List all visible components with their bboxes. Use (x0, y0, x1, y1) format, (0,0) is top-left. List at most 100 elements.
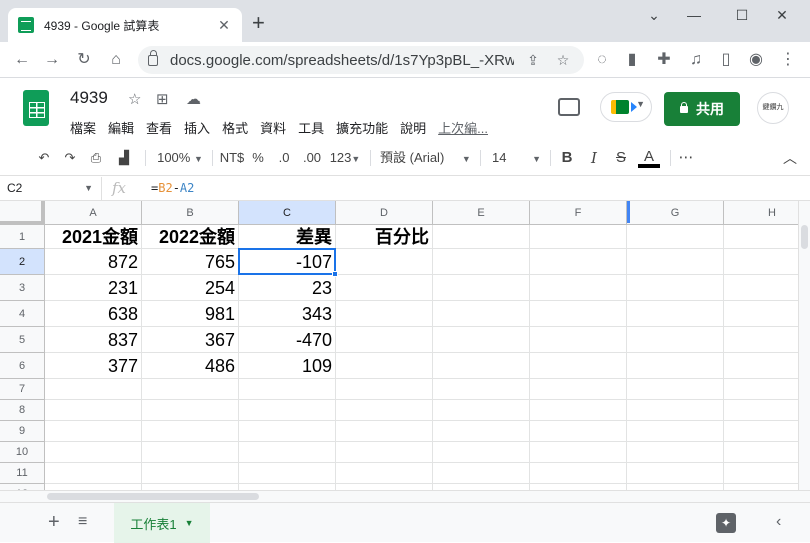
cell-e7[interactable] (433, 379, 530, 400)
paint-format-icon[interactable]: ▟ (114, 148, 134, 168)
home-icon[interactable]: ⌂ (104, 48, 128, 72)
cell-d11[interactable] (336, 463, 433, 484)
minimize-button[interactable]: — (674, 4, 714, 28)
cell-b2[interactable]: 765 (142, 249, 239, 275)
cell-c6[interactable]: 109 (239, 353, 336, 379)
menu-data[interactable]: 資料 (260, 118, 286, 137)
cell-c9[interactable] (239, 421, 336, 442)
cell-c8[interactable] (239, 400, 336, 421)
decrease-decimal-button[interactable]: .0 (272, 148, 296, 168)
cell-g8[interactable] (627, 400, 724, 421)
currency-format-button[interactable]: NT$ (218, 148, 246, 168)
media-icon[interactable]: ♫ (684, 48, 708, 72)
row-header-8[interactable]: 8 (0, 400, 45, 421)
move-folder-icon[interactable]: ⊞ (156, 90, 169, 108)
cell-c11[interactable] (239, 463, 336, 484)
select-all-corner[interactable] (0, 201, 45, 225)
cell-e3[interactable] (433, 275, 530, 301)
cell-c5[interactable]: -470 (239, 327, 336, 353)
bookmark-star-icon[interactable]: ☆ (552, 52, 574, 69)
sheets-logo-icon[interactable] (23, 90, 49, 126)
cell-d1[interactable]: 百分比 (336, 225, 433, 249)
font-size-select[interactable]: 14 ▼ (488, 148, 546, 168)
row-header-5[interactable]: 5 (0, 327, 45, 353)
puzzle-icon[interactable]: ✚ (652, 48, 676, 72)
text-color-button[interactable]: A (638, 148, 660, 168)
cell-d5[interactable] (336, 327, 433, 353)
collapse-menu-icon[interactable]: ︿ (780, 148, 800, 168)
cloud-status-icon[interactable]: ☁ (186, 90, 201, 108)
row-header-9[interactable]: 9 (0, 421, 45, 442)
strikethrough-button[interactable]: S (612, 148, 630, 168)
row-header-2[interactable]: 2 (0, 249, 45, 275)
cell-a11[interactable] (45, 463, 142, 484)
cell-c7[interactable] (239, 379, 336, 400)
menu-file[interactable]: 檔案 (70, 118, 96, 137)
scrollbar-thumb[interactable] (47, 493, 259, 500)
cell-h6[interactable] (724, 353, 798, 379)
vertical-scrollbar[interactable] (798, 201, 810, 492)
cell-f2[interactable] (530, 249, 627, 275)
cell-g7[interactable] (627, 379, 724, 400)
new-tab-button[interactable]: + (252, 12, 265, 34)
cell-h4[interactable] (724, 301, 798, 327)
profile-icon[interactable]: ◉ (744, 48, 768, 72)
cell-f11[interactable] (530, 463, 627, 484)
cell-e10[interactable] (433, 442, 530, 463)
cell-a1[interactable]: 2021金額 (45, 225, 142, 249)
share-button[interactable]: 共用 (664, 92, 740, 126)
fill-handle[interactable] (332, 271, 338, 277)
cell-f1[interactable] (530, 225, 627, 249)
comments-icon[interactable] (558, 98, 580, 116)
menu-help[interactable]: 說明 (400, 118, 426, 137)
undo-icon[interactable]: ↶ (34, 148, 54, 168)
cell-e5[interactable] (433, 327, 530, 353)
cell-b7[interactable] (142, 379, 239, 400)
last-edit-link[interactable]: 上次編... (438, 118, 488, 137)
column-header-d[interactable]: D (336, 201, 433, 225)
scrollbar-thumb[interactable] (801, 225, 808, 249)
add-sheet-button[interactable]: + (48, 511, 60, 534)
extension-icon[interactable]: ◌ (590, 48, 614, 72)
row-header-1[interactable]: 1 (0, 225, 45, 249)
column-header-h[interactable]: H (724, 201, 798, 225)
cell-f5[interactable] (530, 327, 627, 353)
cell-g9[interactable] (627, 421, 724, 442)
column-header-a[interactable]: A (45, 201, 142, 225)
cell-g3[interactable] (627, 275, 724, 301)
row-header-7[interactable]: 7 (0, 379, 45, 400)
cell-b9[interactable] (142, 421, 239, 442)
cell-a5[interactable]: 837 (45, 327, 142, 353)
redo-icon[interactable]: ↷ (60, 148, 80, 168)
cell-b3[interactable]: 254 (142, 275, 239, 301)
menu-view[interactable]: 查看 (146, 118, 172, 137)
cell-f6[interactable] (530, 353, 627, 379)
column-header-b[interactable]: B (142, 201, 239, 225)
browser-tab[interactable]: 4939 - Google 試算表 ✕ (8, 8, 242, 42)
cell-a3[interactable]: 231 (45, 275, 142, 301)
cell-d8[interactable] (336, 400, 433, 421)
cell-g11[interactable] (627, 463, 724, 484)
italic-button[interactable]: I (585, 148, 603, 168)
cell-h3[interactable] (724, 275, 798, 301)
side-panel-icon[interactable]: ▯ (714, 48, 738, 72)
avatar[interactable]: 鍵鑽九 (757, 92, 789, 124)
maximize-button[interactable]: ☐ (722, 4, 762, 28)
more-options-button[interactable]: ⋯ (676, 148, 696, 168)
cell-g1[interactable] (627, 225, 724, 249)
cell-b6[interactable]: 486 (142, 353, 239, 379)
cell-e1[interactable] (433, 225, 530, 249)
zoom-select[interactable]: 100% ▼ (152, 148, 208, 168)
share-page-icon[interactable]: ⇪ (522, 52, 544, 69)
cell-e8[interactable] (433, 400, 530, 421)
row-header-10[interactable]: 10 (0, 442, 45, 463)
reload-icon[interactable]: ↻ (72, 48, 96, 72)
cell-g4[interactable] (627, 301, 724, 327)
row-header-4[interactable]: 4 (0, 301, 45, 327)
row-header-11[interactable]: 11 (0, 463, 45, 484)
close-window-button[interactable]: ✕ (762, 4, 802, 28)
formula-input[interactable]: =B2-A2 (151, 181, 194, 195)
percent-format-button[interactable]: % (250, 148, 266, 168)
cell-h10[interactable] (724, 442, 798, 463)
cell-b4[interactable]: 981 (142, 301, 239, 327)
